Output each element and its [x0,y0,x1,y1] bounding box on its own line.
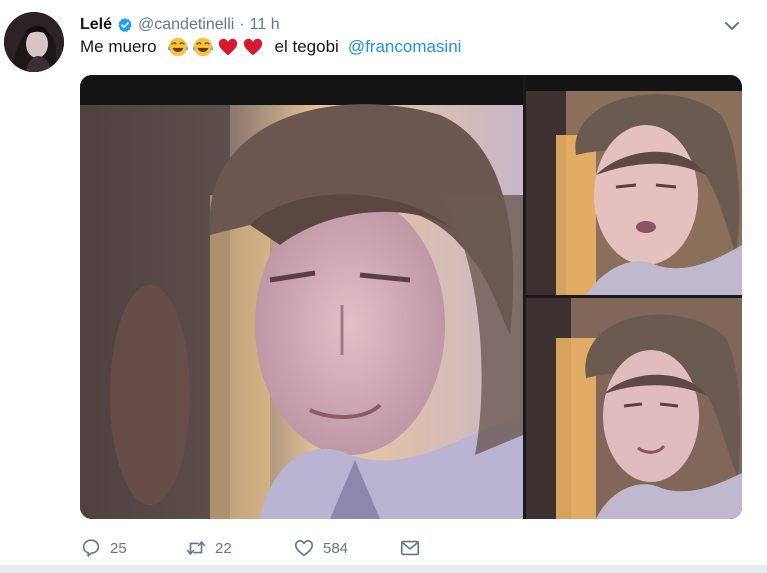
tears-of-joy-emoji-icon [167,37,188,57]
photo-3[interactable] [526,298,742,519]
display-name[interactable]: Lelé [80,16,112,34]
mention-link[interactable]: @francomasini [348,36,462,58]
tweet-header: Lelé @candetinelli · 11 h [80,14,280,36]
photo-2[interactable] [526,75,742,295]
retweet-count: 22 [215,539,232,557]
tears-of-joy-emoji-icon [192,37,213,57]
reply-count: 25 [110,539,127,557]
envelope-icon [400,540,420,556]
photo-2-image [526,75,742,295]
avatar[interactable] [4,12,64,72]
reply-button[interactable]: 25 [80,537,185,559]
tweet-card[interactable]: Lelé @candetinelli · 11 h Me muero el te… [0,0,767,573]
direct-message-button[interactable] [399,537,421,559]
verified-badge-icon [117,17,133,33]
tweet-text: Me muero el tegobi @francomasini [80,36,461,58]
tweet-text-end: el tegobi [274,37,339,56]
red-heart-emoji-icon [243,38,262,56]
like-button[interactable]: 584 [293,537,399,559]
retweet-icon [186,541,206,555]
chevron-down-icon[interactable] [722,16,742,36]
handle[interactable]: @candetinelli [138,16,234,34]
separator-dot: · [239,16,245,33]
heart-icon [294,540,314,557]
retweet-button[interactable]: 22 [185,537,293,559]
timestamp[interactable]: 11 h [250,16,280,34]
tweet-actions: 25 22 584 [80,536,421,560]
tweet-text-start: Me muero [80,37,157,56]
media-grid [80,75,742,519]
photo-3-image [526,298,742,519]
like-count: 584 [323,539,349,557]
photo-1-image [80,75,523,519]
avatar-image [4,12,64,72]
red-heart-emoji-icon [218,38,237,56]
photo-1[interactable] [80,75,523,519]
tweet-divider [0,565,767,573]
reply-icon [82,539,100,557]
